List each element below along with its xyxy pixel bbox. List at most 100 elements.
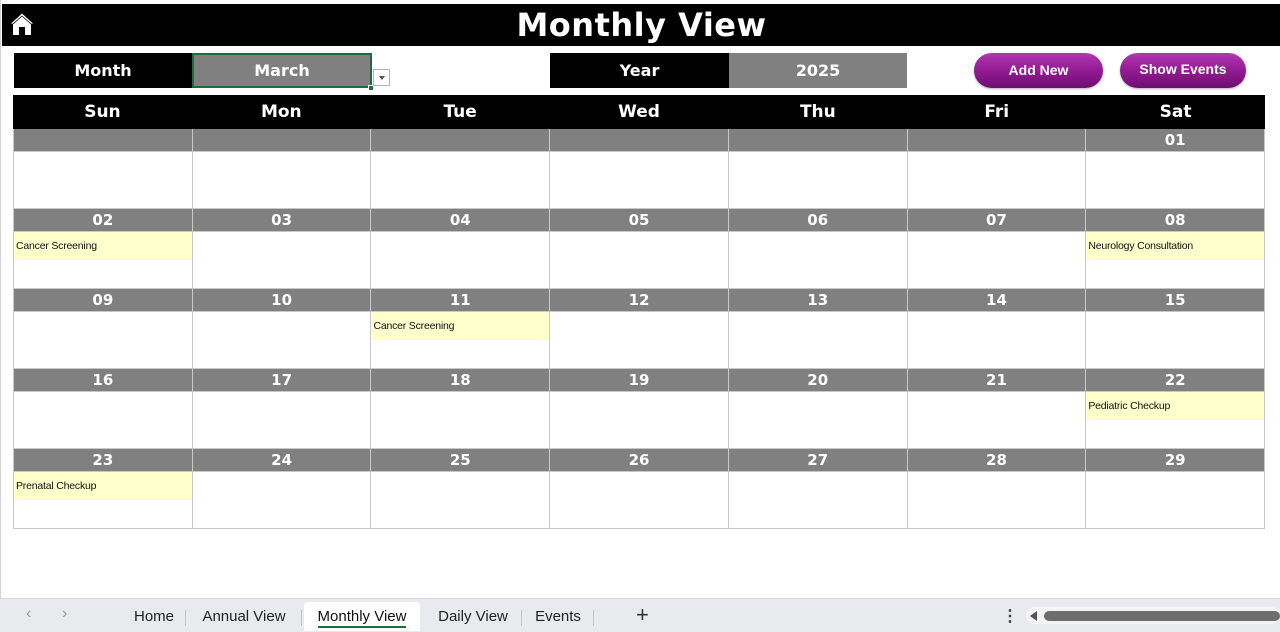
calendar-day-cell[interactable]: 23 Prenatal Checkup [13, 449, 192, 529]
calendar-day-cell[interactable]: 09 [13, 289, 192, 369]
calendar-day-cell[interactable]: 06 [727, 209, 907, 289]
calendar-day-cell[interactable]: 12 [549, 289, 728, 369]
show-events-button[interactable]: Show Events [1120, 53, 1246, 88]
calendar-day-cell[interactable]: 11 Cancer Screening [370, 289, 550, 369]
tab-label: Daily View [438, 608, 508, 625]
add-sheet-button[interactable]: + [636, 602, 649, 628]
day-number: 06 [728, 209, 907, 232]
calendar-day-cell[interactable] [549, 129, 728, 209]
calendar-day-cell[interactable]: 27 [727, 449, 907, 529]
calendar-event[interactable]: Cancer Screening [14, 232, 192, 260]
add-new-button[interactable]: Add New [974, 53, 1103, 88]
calendar-day-cell[interactable]: 24 [191, 449, 371, 529]
scroll-left-icon[interactable] [1030, 611, 1037, 621]
horizontal-scrollbar[interactable] [1026, 607, 1280, 624]
day-number: 16 [14, 369, 192, 392]
weekday-label: Sun [84, 102, 121, 122]
tab-events[interactable]: Events [522, 602, 594, 631]
day-number [14, 129, 192, 152]
tab-label: Annual View [202, 608, 286, 625]
day-number: 25 [371, 449, 550, 472]
day-number: 11 [371, 289, 550, 312]
calendar-day-cell[interactable] [727, 129, 907, 209]
day-number: 22 [1086, 369, 1265, 392]
calendar-day-cell[interactable]: 18 [370, 369, 550, 449]
tab-label: Monthly View [317, 608, 407, 628]
day-number: 14 [907, 289, 1086, 312]
calendar-day-cell[interactable] [13, 129, 192, 209]
calendar-day-cell[interactable]: 20 [727, 369, 907, 449]
calendar-week-row: 23 Prenatal Checkup 24 25 26 27 28 29 [13, 449, 1266, 529]
calendar-event[interactable]: Neurology Consultation [1086, 232, 1265, 260]
calendar-day-cell[interactable]: 03 [191, 209, 371, 289]
day-number [192, 129, 371, 152]
day-number [728, 129, 907, 152]
day-number: 24 [192, 449, 371, 472]
calendar-day-cell[interactable]: 07 [906, 209, 1086, 289]
calendar-day-cell[interactable]: 25 [370, 449, 550, 529]
calendar-day-cell[interactable]: 16 [13, 369, 192, 449]
calendar-day-cell[interactable]: 13 [727, 289, 907, 369]
calendar-event[interactable]: Prenatal Checkup [14, 472, 192, 500]
month-label: Month [14, 53, 192, 88]
calendar-day-cell[interactable]: 08 Neurology Consultation [1085, 209, 1266, 289]
calendar-grid: Sun Mon Tue Wed Thu Fri Sat 01 02 Cancer S… [13, 95, 1266, 529]
calendar-day-cell[interactable]: 05 [549, 209, 728, 289]
calendar-day-cell[interactable] [370, 129, 550, 209]
calendar-day-cell[interactable]: 17 [191, 369, 371, 449]
tab-home[interactable]: Home [122, 602, 186, 631]
title-bar: Monthly View [2, 4, 1280, 46]
calendar-day-cell[interactable]: 21 [906, 369, 1086, 449]
calendar-day-cell[interactable]: 26 [549, 449, 728, 529]
day-number: 08 [1086, 209, 1265, 232]
tab-daily-view[interactable]: Daily View [424, 602, 522, 631]
calendar-day-cell[interactable]: 14 [906, 289, 1086, 369]
day-number: 19 [550, 369, 728, 392]
day-number [371, 129, 550, 152]
calendar-day-cell[interactable]: 01 [1085, 129, 1266, 209]
calendar-day-cell[interactable]: 29 [1085, 449, 1266, 529]
calendar-day-cell[interactable]: 02 Cancer Screening [13, 209, 192, 289]
day-number: 01 [1086, 129, 1265, 152]
tab-annual-view[interactable]: Annual View [186, 602, 302, 631]
calendar-day-cell[interactable]: 15 [1085, 289, 1266, 369]
calendar-day-cell[interactable] [906, 129, 1086, 209]
weekday-label: Sat [1159, 102, 1192, 122]
calendar-day-cell[interactable]: 22 Pediatric Checkup [1085, 369, 1266, 449]
calendar-day-cell[interactable]: 04 [370, 209, 550, 289]
day-number: 26 [550, 449, 728, 472]
weekday-header: Sun Mon Tue Wed Thu Fri Sat [13, 95, 1265, 129]
month-dropdown-button[interactable] [373, 69, 390, 86]
day-number: 13 [728, 289, 907, 312]
weekday-label: Thu [799, 102, 836, 122]
more-options-icon[interactable]: ⋮ [1002, 606, 1018, 626]
calendar-event[interactable]: Cancer Screening [371, 312, 550, 340]
year-input[interactable]: 2025 [729, 53, 907, 88]
calendar-day-cell[interactable]: 10 [191, 289, 371, 369]
day-number: 07 [907, 209, 1086, 232]
weekday-label: Fri [984, 102, 1010, 122]
day-number: 12 [550, 289, 728, 312]
calendar-day-cell[interactable] [191, 129, 371, 209]
day-number: 04 [371, 209, 550, 232]
day-number: 29 [1086, 449, 1265, 472]
weekday-label: Wed [618, 102, 660, 122]
day-number: 02 [14, 209, 192, 232]
weekday-label: Mon [260, 102, 302, 122]
day-number: 27 [728, 449, 907, 472]
day-number: 03 [192, 209, 371, 232]
calendar-week-row: 02 Cancer Screening 03 04 05 06 07 08 Neurology … [13, 209, 1266, 289]
scrollbar-thumb[interactable] [1044, 611, 1280, 621]
tab-monthly-view[interactable]: Monthly View [304, 602, 420, 631]
day-number: 05 [550, 209, 728, 232]
prev-sheet-arrow[interactable]: ‹ [26, 605, 31, 623]
calendar-day-cell[interactable]: 19 [549, 369, 728, 449]
calendar-day-cell[interactable]: 28 [906, 449, 1086, 529]
next-sheet-arrow[interactable]: › [62, 605, 67, 623]
calendar-event[interactable]: Pediatric Checkup [1086, 392, 1265, 420]
calendar-week-row: 16 17 18 19 20 21 22 Pediatric Checkup [13, 369, 1266, 449]
month-select[interactable]: March [192, 53, 372, 88]
year-label: Year [550, 53, 729, 88]
day-number: 15 [1086, 289, 1265, 312]
weekday-label: Tue [443, 102, 477, 122]
